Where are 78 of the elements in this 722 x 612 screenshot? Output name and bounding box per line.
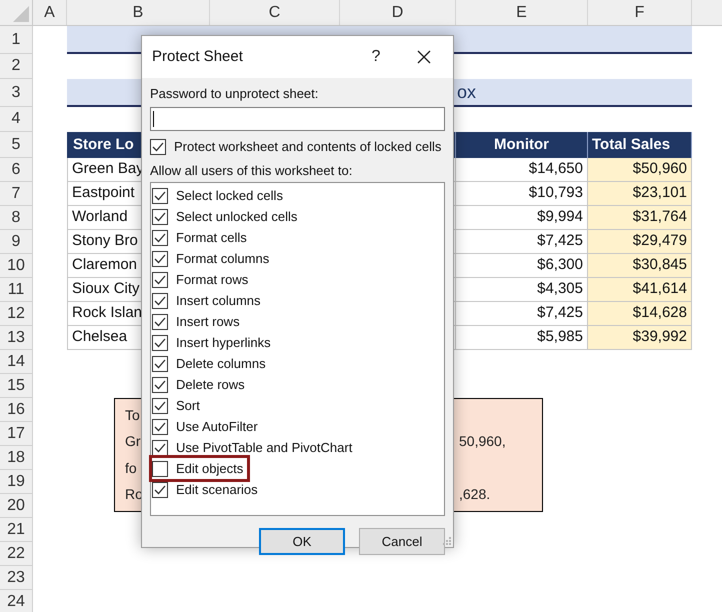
table-cell: $23,101	[588, 182, 692, 206]
column-heading: Total Sales	[588, 132, 692, 158]
help-button[interactable]: ?	[361, 42, 391, 72]
checkbox-label: Delete rows	[176, 376, 245, 394]
row-header[interactable]: 22	[0, 542, 33, 566]
field-label: Password to unprotect sheet:	[150, 85, 320, 103]
checkbox[interactable]	[152, 398, 168, 414]
permissions-list[interactable]	[150, 182, 445, 516]
column-header[interactable]: F	[588, 0, 692, 25]
checkbox-label: Use PivotTable and PivotChart	[176, 438, 352, 457]
checkbox-label: Use AutoFilter	[176, 418, 258, 436]
table-cell: $14,628	[588, 302, 692, 326]
text-line: To	[125, 406, 140, 424]
checkbox[interactable]	[152, 292, 168, 308]
text-line: ,628.	[459, 485, 490, 504]
row-header[interactable]: 20	[0, 494, 33, 518]
checkbox[interactable]	[152, 230, 168, 246]
checkbox[interactable]	[152, 440, 168, 456]
table-cell: $41,614	[588, 278, 692, 302]
checkbox[interactable]	[152, 272, 168, 288]
checkbox[interactable]	[152, 418, 168, 434]
row-header[interactable]: 23	[0, 566, 33, 590]
column-header[interactable]: A	[33, 0, 67, 25]
column-header[interactable]: D	[340, 0, 456, 25]
checkbox-label: Edit scenarios	[176, 480, 258, 499]
checkbox[interactable]	[152, 482, 168, 498]
row-header[interactable]: 15	[0, 374, 33, 398]
row-header[interactable]: 17	[0, 422, 33, 446]
row-header[interactable]: 8	[0, 206, 33, 230]
column-heading: Monitor	[456, 132, 588, 158]
row-header[interactable]: 9	[0, 230, 33, 254]
text-line: 50,960,	[459, 432, 506, 452]
column-header[interactable]: C	[210, 0, 340, 25]
row-header[interactable]: 16	[0, 398, 33, 422]
table-cell: $29,479	[588, 230, 692, 254]
password-field[interactable]	[150, 106, 445, 130]
table-cell: $30,845	[588, 254, 692, 278]
checkbox[interactable]	[152, 460, 168, 476]
banner-title: ox	[457, 80, 476, 104]
text-line: Gr	[125, 432, 141, 452]
column-header[interactable]: B	[67, 0, 210, 25]
checkbox[interactable]	[152, 208, 168, 224]
row-header[interactable]: 18	[0, 446, 33, 470]
row-header[interactable]: 12	[0, 302, 33, 326]
column-header[interactable]: E	[456, 0, 588, 25]
checkbox-label: Edit objects	[176, 460, 244, 478]
close-icon	[417, 50, 431, 64]
row-header[interactable]: 19	[0, 470, 33, 494]
checkbox[interactable]	[152, 314, 168, 330]
row-header[interactable]: 24	[0, 590, 33, 612]
table-cell: $50,960	[588, 158, 692, 182]
row-header[interactable]: 14	[0, 350, 33, 374]
row-header[interactable]: 21	[0, 518, 33, 542]
row-header[interactable]: 4	[0, 107, 33, 132]
checkbox[interactable]	[152, 250, 168, 266]
checkbox[interactable]	[150, 138, 166, 154]
checkbox[interactable]	[152, 334, 168, 350]
row-header[interactable]: 11	[0, 278, 33, 302]
row-header[interactable]: 5	[0, 132, 33, 158]
dialog-button[interactable]: OK	[259, 528, 345, 555]
row-header[interactable]: 10	[0, 254, 33, 278]
checkbox-label: Sort	[176, 396, 200, 415]
checkbox[interactable]	[152, 376, 168, 392]
table-cell: $39,992	[588, 326, 692, 350]
dialog-button[interactable]: Cancel	[359, 528, 445, 555]
checkbox[interactable]	[152, 356, 168, 372]
row-header[interactable]: 7	[0, 182, 33, 206]
row-header[interactable]: 1	[0, 26, 33, 54]
text-line: fo	[125, 458, 137, 478]
row-header[interactable]: 3	[0, 79, 33, 107]
checkbox-label: Delete columns	[176, 354, 266, 373]
row-header[interactable]: 2	[0, 54, 33, 79]
row-header[interactable]: 13	[0, 326, 33, 350]
checkbox[interactable]	[152, 188, 168, 204]
dialog-title: Protect Sheet	[152, 46, 244, 67]
row-header[interactable]: 6	[0, 158, 33, 182]
resize-grip-icon[interactable]	[442, 536, 452, 546]
table-cell: $31,764	[588, 206, 692, 230]
